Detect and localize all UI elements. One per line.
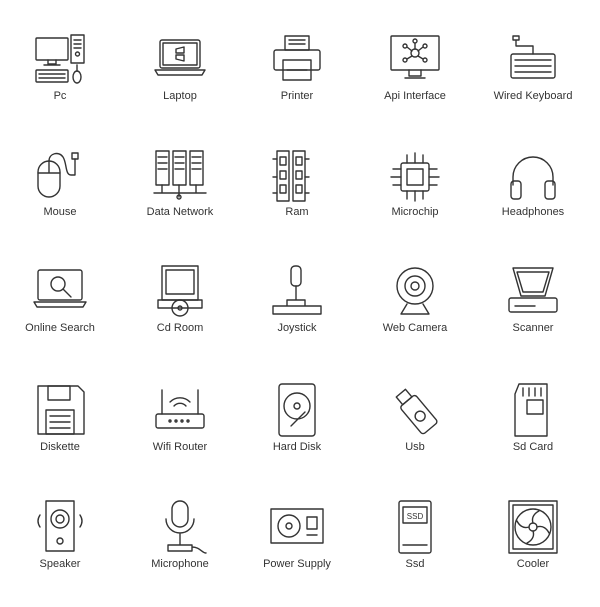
icon-tile-pc: Pc bbox=[2, 30, 118, 140]
icon-tile-laptop: Laptop bbox=[122, 30, 238, 140]
icon-tile-headphones: Headphones bbox=[475, 147, 591, 257]
icon-label: Pc bbox=[53, 90, 67, 102]
icon-tile-web-camera: Web Camera bbox=[357, 262, 473, 372]
laptop-icon bbox=[150, 30, 210, 90]
icon-tile-online-search: Online Search bbox=[2, 262, 118, 372]
icon-label: Data Network bbox=[146, 206, 214, 218]
icon-label: Joystick bbox=[277, 322, 317, 334]
mouse-icon bbox=[30, 147, 90, 207]
microchip-icon bbox=[385, 147, 445, 207]
printer-icon bbox=[267, 30, 327, 90]
online-search-icon bbox=[30, 262, 90, 322]
icon-label: Microchip bbox=[391, 206, 439, 218]
icon-tile-diskette: Diskette bbox=[2, 380, 118, 490]
diskette-icon bbox=[30, 380, 90, 440]
icon-tile-printer: Printer bbox=[239, 30, 355, 140]
icon-label: Online Search bbox=[25, 322, 95, 334]
icon-tile-ssd: SSD Ssd bbox=[357, 497, 473, 607]
cd-room-icon bbox=[150, 262, 210, 322]
data-network-icon bbox=[150, 147, 210, 207]
icon-label: Wired Keyboard bbox=[493, 90, 573, 102]
pc-icon bbox=[30, 30, 90, 90]
icon-tile-cd-room: Cd Room bbox=[122, 262, 238, 372]
icon-label: Scanner bbox=[512, 322, 554, 334]
speaker-icon bbox=[30, 497, 90, 557]
icon-label: Hard Disk bbox=[272, 441, 322, 453]
icon-label: Cooler bbox=[516, 558, 550, 570]
joystick-icon bbox=[267, 262, 327, 322]
icon-label: Microphone bbox=[151, 558, 209, 570]
icon-tile-power-supply: Power Supply bbox=[239, 497, 355, 607]
ssd-text: SSD bbox=[407, 512, 424, 521]
web-camera-icon bbox=[385, 262, 445, 322]
cooler-icon bbox=[503, 497, 563, 557]
icon-tile-api-interface: Api Interface bbox=[357, 30, 473, 140]
icon-tile-sd-card: Sd Card bbox=[475, 380, 591, 490]
icon-tile-wired-keyboard: Wired Keyboard bbox=[475, 30, 591, 140]
icon-tile-joystick: Joystick bbox=[239, 262, 355, 372]
icon-label: Sd Card bbox=[512, 441, 554, 453]
icon-label: Web Camera bbox=[382, 322, 448, 334]
icon-label: Power Supply bbox=[263, 558, 331, 570]
icon-tile-hard-disk: Hard Disk bbox=[239, 380, 355, 490]
scanner-icon bbox=[503, 262, 563, 322]
api-interface-icon bbox=[385, 30, 445, 90]
wifi-router-icon bbox=[150, 380, 210, 440]
icon-tile-cooler: Cooler bbox=[475, 497, 591, 607]
icon-tile-scanner: Scanner bbox=[475, 262, 591, 372]
icon-label: Laptop bbox=[163, 90, 197, 102]
icon-label: Usb bbox=[405, 441, 425, 453]
power-supply-icon bbox=[267, 497, 327, 557]
icon-tile-wifi-router: Wifi Router bbox=[122, 380, 238, 490]
icon-tile-usb: Usb bbox=[357, 380, 473, 490]
icon-label: Ssd bbox=[405, 558, 425, 570]
icon-tile-speaker: Speaker bbox=[2, 497, 118, 607]
icon-label: Api Interface bbox=[384, 90, 446, 102]
icon-label: Cd Room bbox=[156, 322, 204, 334]
hard-disk-icon bbox=[267, 380, 327, 440]
microphone-icon bbox=[150, 497, 210, 557]
icon-label: Printer bbox=[280, 90, 314, 102]
icon-tile-microphone: Microphone bbox=[122, 497, 238, 607]
icon-tile-microchip: Microchip bbox=[357, 147, 473, 257]
sd-card-icon bbox=[503, 380, 563, 440]
icon-label: Speaker bbox=[39, 558, 81, 570]
ram-icon bbox=[267, 147, 327, 207]
icon-label: Ram bbox=[285, 206, 309, 218]
icon-label: Headphones bbox=[501, 206, 565, 218]
icon-label: Mouse bbox=[43, 206, 77, 218]
icon-tile-data-network: Data Network bbox=[122, 147, 238, 257]
icon-label: Wifi Router bbox=[152, 441, 208, 453]
icon-tile-mouse: Mouse bbox=[2, 147, 118, 257]
ssd-icon: SSD bbox=[385, 497, 445, 557]
icon-tile-ram: Ram bbox=[239, 147, 355, 257]
wired-keyboard-icon bbox=[503, 30, 563, 90]
icon-label: Diskette bbox=[40, 441, 80, 453]
headphones-icon bbox=[503, 147, 563, 207]
usb-icon bbox=[385, 380, 445, 440]
